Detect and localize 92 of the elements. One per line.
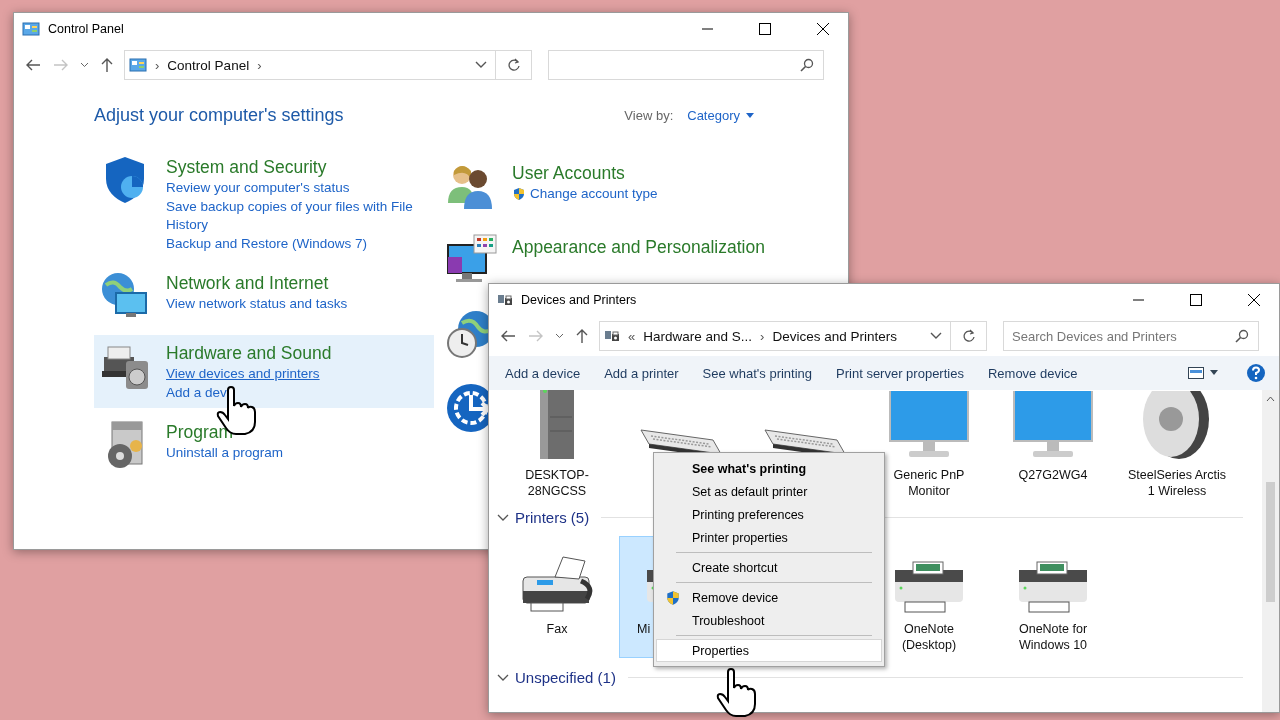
menu-item[interactable]: See what's printing	[656, 457, 882, 480]
device-label: Generic PnP Monitor	[892, 467, 966, 499]
category-title[interactable]: Appearance and Personalization	[512, 235, 765, 259]
window-title: Control Panel	[48, 22, 125, 36]
menu-item[interactable]: Printer properties	[656, 526, 882, 549]
scrollbar-thumb[interactable]	[1266, 482, 1275, 602]
printer-icon	[894, 561, 964, 613]
minimize-icon	[701, 28, 713, 30]
device-label: Q27G2WG4	[1017, 467, 1089, 483]
menu-item[interactable]: Create shortcut	[656, 556, 882, 579]
menu-item[interactable]: Printing preferences	[656, 503, 882, 526]
search-field[interactable]	[548, 50, 824, 80]
control-panel-icon	[129, 57, 147, 73]
tower-computer-icon	[540, 390, 574, 459]
device-label: SteelSeries Arctis 1 Wireless	[1127, 467, 1227, 499]
device-label: DESKTOP-28NGCSS	[524, 467, 590, 499]
help-icon	[1246, 363, 1266, 383]
printer-icon	[604, 329, 620, 343]
close-icon	[817, 23, 829, 35]
command-button[interactable]: Add a printer	[594, 358, 689, 388]
category-link[interactable]: View devices and printers	[166, 365, 332, 384]
breadcrumb-separator: «	[628, 328, 636, 344]
breadcrumb-separator: ›	[257, 57, 262, 73]
category-title[interactable]: Hardware and Sound	[166, 341, 332, 365]
back-arrow-icon	[500, 329, 516, 343]
category-link[interactable]: View network status and tasks	[166, 295, 348, 314]
category-link[interactable]: Backup and Restore (Windows 7)	[166, 234, 430, 253]
up-arrow-icon	[575, 328, 589, 344]
device-label: Fax	[545, 621, 569, 637]
forward-arrow-icon	[528, 329, 544, 343]
back-arrow-icon	[25, 58, 41, 72]
device-label: OneNote (Desktop)	[900, 621, 958, 653]
category-title[interactable]: Program	[166, 420, 284, 444]
category-link[interactable]: Change account type	[512, 185, 658, 204]
control-panel-icon	[22, 21, 40, 37]
page-heading: Adjust your computer's settings	[94, 104, 345, 126]
monitor-icon	[889, 391, 969, 459]
search-icon	[800, 58, 814, 72]
close-icon	[1248, 294, 1260, 306]
printer-icon	[1018, 561, 1088, 613]
refresh-icon	[961, 329, 976, 343]
breadcrumb-separator: ›	[760, 328, 765, 344]
device-label: Mi	[636, 621, 652, 637]
view-by-label: View by:	[624, 107, 674, 123]
search-icon	[1235, 329, 1249, 343]
scrollbar[interactable]	[1262, 390, 1279, 712]
search-field[interactable]: Search Devices and Printers	[1003, 321, 1259, 351]
chevron-down-icon	[475, 61, 487, 69]
view-icon	[1188, 367, 1218, 379]
device-label: OneNote for Windows 10	[1017, 621, 1089, 653]
refresh-icon	[506, 58, 521, 72]
window-title: Devices and Printers	[521, 293, 638, 307]
chevron-down-icon	[930, 332, 942, 340]
command-button[interactable]: Remove device	[977, 358, 1088, 388]
refresh-button[interactable]	[951, 321, 987, 351]
maximize-icon	[1190, 294, 1202, 306]
chevron-down-icon	[554, 333, 564, 339]
chevron-down-icon	[79, 62, 89, 68]
breadcrumb[interactable]: Control Panel	[167, 57, 250, 73]
forward-arrow-icon	[53, 58, 69, 72]
scroll-up-icon	[1266, 396, 1275, 402]
category-link[interactable]: Add a dev	[166, 383, 332, 402]
menu-item[interactable]: Remove device	[656, 586, 882, 609]
maximize-icon	[759, 23, 771, 35]
command-button[interactable]: See what's printing	[692, 358, 823, 388]
speaker-icon	[1143, 391, 1211, 459]
address-bar[interactable]: › Control Panel ›	[124, 50, 496, 80]
category-title[interactable]: System and Security	[166, 155, 430, 179]
category-link[interactable]: Save backup copies of your files with File History	[166, 197, 430, 235]
category-title[interactable]: User Accounts	[512, 161, 658, 185]
menu-item[interactable]: Troubleshoot	[656, 609, 882, 632]
group-header[interactable]: Unspecified (1)	[495, 664, 1243, 690]
menu-item[interactable]: Properties	[656, 639, 882, 662]
printer-icon	[497, 293, 513, 307]
command-button[interactable]: Add a device	[495, 358, 591, 388]
breadcrumb-separator: ›	[155, 57, 160, 73]
up-arrow-icon	[100, 57, 114, 73]
breadcrumb[interactable]: Hardware and S...	[643, 328, 753, 344]
view-by-dropdown[interactable]: Category	[687, 107, 754, 123]
category-title[interactable]: Network and Internet	[166, 271, 348, 295]
fax-machine-icon	[521, 555, 593, 613]
refresh-button[interactable]	[496, 50, 532, 80]
category-link[interactable]: Uninstall a program	[166, 444, 284, 463]
minimize-icon	[1132, 299, 1144, 301]
help-button[interactable]	[1245, 361, 1267, 385]
caret-icon	[746, 112, 754, 118]
address-bar[interactable]: « Hardware and S... › Devices and Printers	[599, 321, 951, 351]
category-link[interactable]: Review your computer's status	[166, 179, 430, 198]
monitor-icon	[1013, 391, 1093, 459]
menu-item[interactable]: Set as default printer	[656, 480, 882, 503]
breadcrumb[interactable]: Devices and Printers	[772, 328, 897, 344]
command-button[interactable]: Print server properties	[826, 358, 974, 388]
